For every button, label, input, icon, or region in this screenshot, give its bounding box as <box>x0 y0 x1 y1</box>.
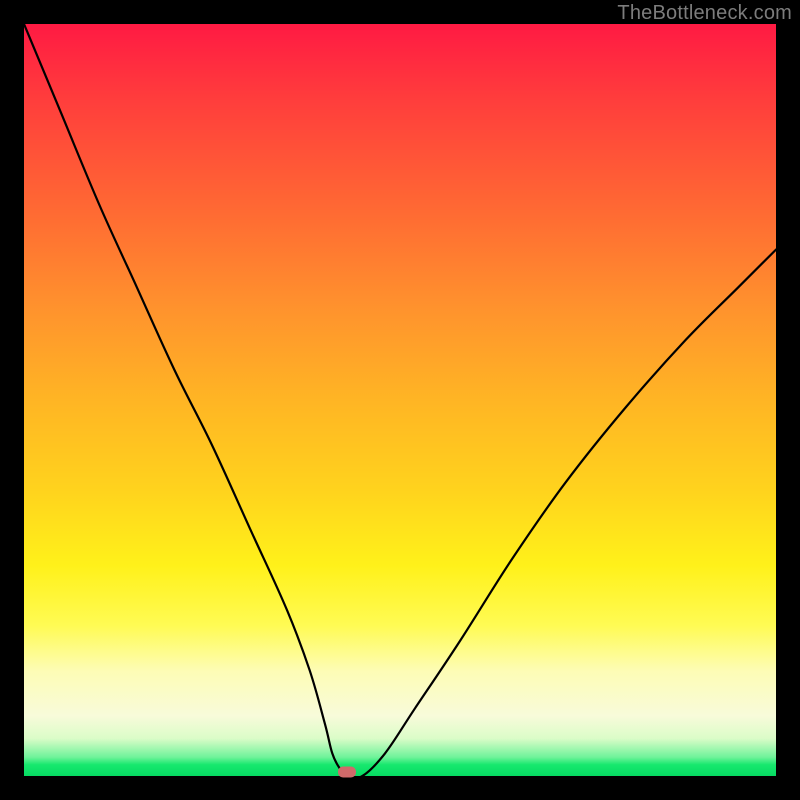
plot-area <box>24 24 776 776</box>
watermark-text: TheBottleneck.com <box>617 2 792 25</box>
bottleneck-curve <box>24 24 776 776</box>
chart-frame: TheBottleneck.com <box>0 0 800 800</box>
optimal-point-marker <box>338 767 356 778</box>
